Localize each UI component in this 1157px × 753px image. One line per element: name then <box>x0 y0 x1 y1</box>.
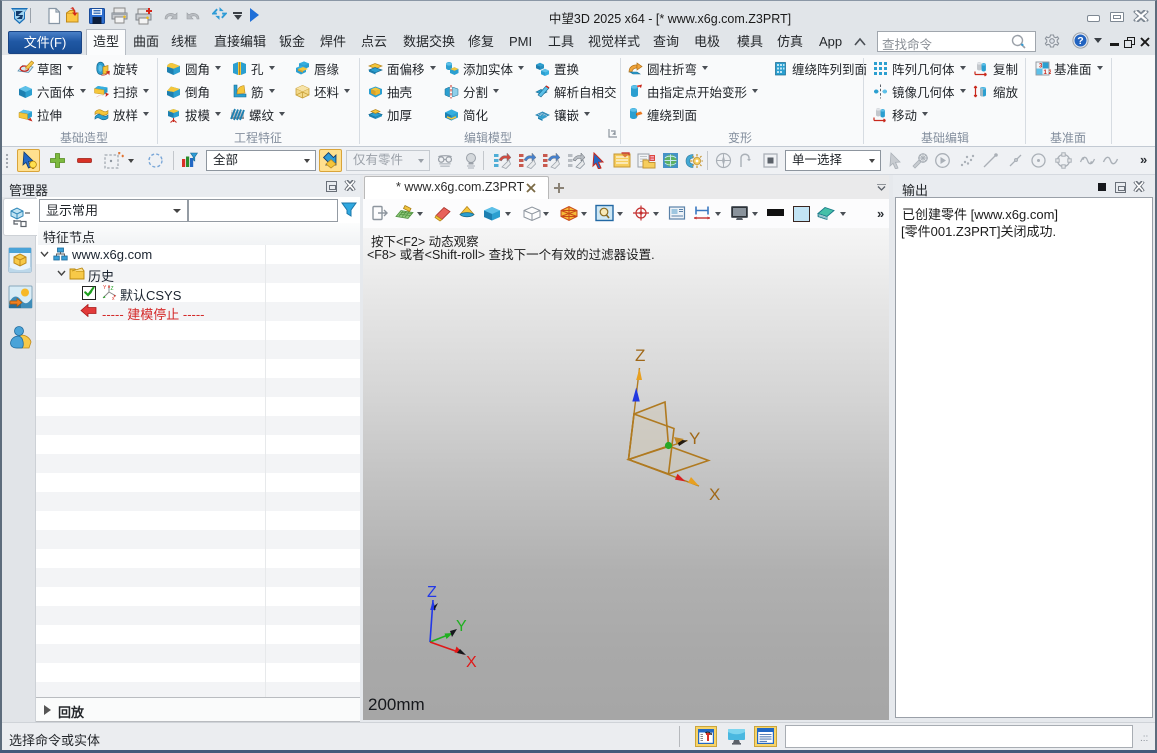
svg-text:X: X <box>466 654 477 671</box>
svg-text:X: X <box>709 485 720 504</box>
svg-text:Y: Y <box>103 285 107 291</box>
svg-text:Y: Y <box>689 429 700 448</box>
svg-text:1 2: 1 2 <box>1044 69 1052 75</box>
svg-text:?: ? <box>1077 35 1083 47</box>
svg-text:Z: Z <box>635 346 645 365</box>
svg-text:Y: Y <box>456 618 467 635</box>
svg-text:Z: Z <box>111 286 114 292</box>
svg-text:Z: Z <box>427 584 437 601</box>
